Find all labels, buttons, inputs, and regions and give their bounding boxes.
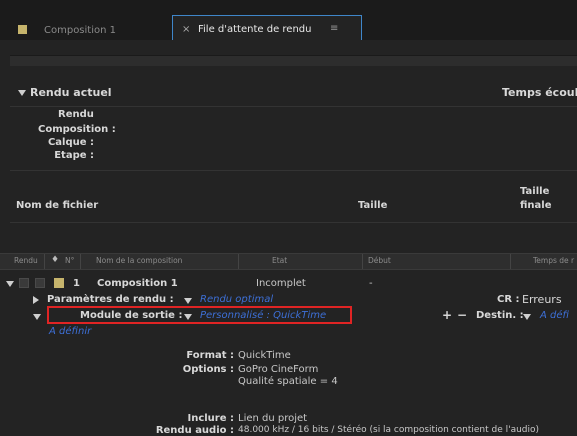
col-render-time[interactable]: Temps de r (533, 256, 574, 265)
cr-label: CR : (497, 294, 520, 305)
chevron-down-icon[interactable] (6, 281, 14, 287)
add-output-module-button[interactable]: + (442, 308, 452, 322)
queue-item-start: - (369, 278, 373, 289)
divider (10, 222, 577, 223)
render-settings-value[interactable]: Rendu optimal (200, 294, 273, 305)
output-module-label: Module de sortie : (80, 310, 183, 321)
output-module-dropdown[interactable] (184, 312, 192, 323)
destination-value[interactable]: A défi (540, 310, 569, 321)
divider (10, 106, 577, 107)
format-label: Format : (186, 350, 234, 361)
queue-item-number: 1 (73, 278, 80, 289)
render-checkbox[interactable] (19, 278, 29, 288)
size-label: Taille (358, 200, 388, 211)
destination-label: Destin. : (476, 310, 524, 321)
composition-label-swatch (18, 25, 27, 34)
col-composition-name[interactable]: Nom de la composition (96, 256, 182, 265)
chevron-down-icon[interactable] (184, 298, 192, 304)
render-settings-toggle[interactable] (33, 296, 39, 307)
chevron-right-icon[interactable] (33, 296, 39, 304)
label-tag-icon[interactable]: ♦ (51, 255, 59, 265)
render-label: Rendu (58, 109, 94, 120)
col-render[interactable]: Rendu (14, 256, 38, 265)
column-divider (510, 254, 511, 269)
column-divider (238, 254, 239, 269)
column-divider (44, 254, 45, 269)
elapsed-time-label: Temps écoul (502, 86, 577, 99)
panel-menu-icon[interactable]: ≡ (330, 23, 338, 34)
step-label: Etape : (54, 150, 94, 161)
close-icon[interactable]: × (182, 24, 190, 35)
col-start[interactable]: Début (368, 256, 391, 265)
layer-label: Calque : (47, 137, 94, 148)
divider (10, 170, 577, 171)
composition-label: Composition : (38, 124, 116, 135)
chevron-down-icon[interactable] (33, 314, 41, 320)
output-module-value[interactable]: Personnalisé : QuickTime (200, 310, 326, 321)
options-label: Options : (182, 364, 234, 375)
audio-output-value: 48.000 kHz / 16 bits / Stéréo (si la com… (238, 425, 540, 435)
chevron-down-icon[interactable] (184, 314, 192, 320)
final-size-label: Taille (520, 186, 550, 197)
remove-output-module-button[interactable]: − (457, 308, 467, 322)
render-progress-strip (10, 55, 577, 66)
tab-render-queue-label: File d'attente de rendu (198, 24, 312, 35)
column-divider (362, 254, 363, 269)
cr-value[interactable]: Erreurs (522, 293, 562, 306)
format-value: QuickTime (238, 350, 291, 361)
include-label: Inclure : (187, 413, 234, 424)
current-render-title: Rendu actuel (30, 86, 112, 99)
label-color-swatch[interactable] (54, 278, 64, 288)
options-value-quality: Qualité spatiale = 4 (238, 376, 338, 387)
output-module-toggle[interactable] (33, 312, 41, 323)
col-status[interactable]: Etat (272, 256, 287, 265)
output-undefined-link[interactable]: A définir (49, 326, 91, 337)
destination-dropdown[interactable] (523, 312, 531, 323)
render-settings-label: Paramètres de rendu : (47, 294, 174, 305)
column-divider (80, 254, 81, 269)
col-number[interactable]: N° (65, 256, 74, 265)
filename-label: Nom de fichier (16, 200, 99, 211)
include-value: Lien du projet (238, 413, 308, 424)
final-size-label-2: finale (520, 200, 552, 211)
queue-column-header: Rendu ♦ N° Nom de la composition Etat Dé… (0, 253, 577, 270)
audio-output-label: Rendu audio : (155, 425, 234, 436)
lock-checkbox[interactable] (35, 278, 45, 288)
chevron-down-icon[interactable] (18, 90, 26, 96)
chevron-down-icon[interactable] (523, 314, 531, 320)
current-render-toggle[interactable] (18, 88, 26, 99)
queue-item-toggle[interactable] (6, 279, 14, 290)
tab-composition-1[interactable]: Composition 1 (44, 25, 116, 36)
options-value: GoPro CineForm (238, 364, 319, 375)
queue-item-status: Incomplet (256, 278, 306, 289)
queue-item-name[interactable]: Composition 1 (97, 278, 178, 289)
panel-top (0, 40, 577, 52)
